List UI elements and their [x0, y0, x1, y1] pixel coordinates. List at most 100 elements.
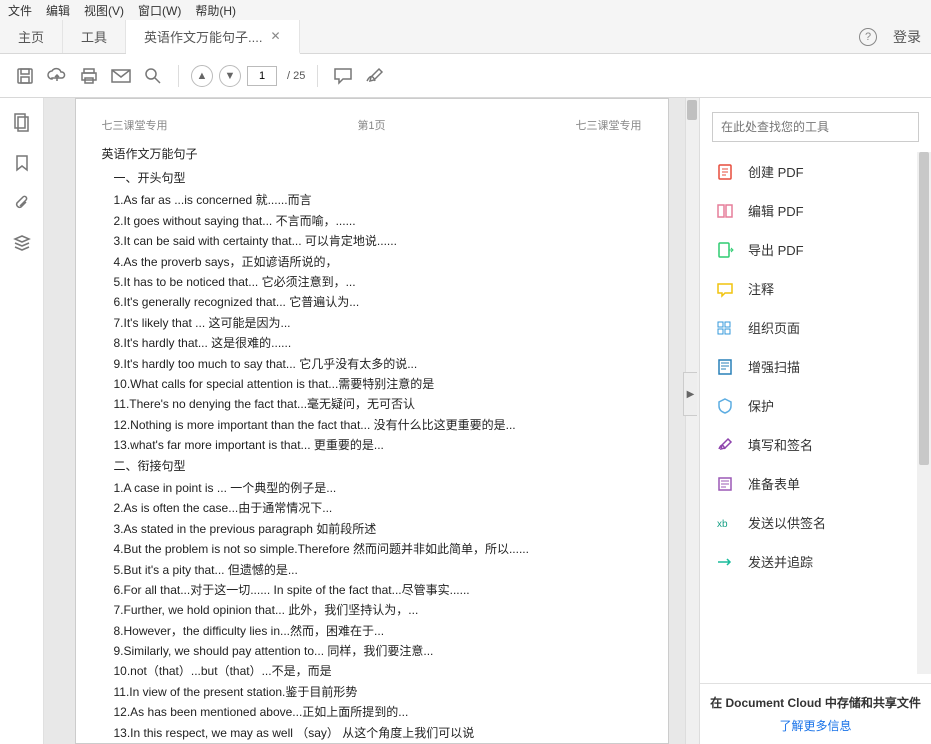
document-viewport[interactable]: 七三课堂专用 第1页 七三课堂专用 英语作文万能句子 一、开头句型 1.As f… — [44, 98, 699, 744]
tool-icon — [716, 319, 734, 337]
doc-line: 12.Nothing is more important than the fa… — [114, 415, 642, 435]
doc-line: 2.As is often the case...由于通常情况下... — [114, 498, 642, 518]
menu-file[interactable]: 文件 — [8, 2, 32, 19]
separator — [178, 65, 179, 87]
bookmark-icon[interactable] — [15, 154, 29, 172]
tool-item[interactable]: 保护 — [700, 386, 931, 425]
cloud-upload-icon[interactable] — [44, 63, 70, 89]
collapse-panel-button[interactable]: ▶ — [683, 372, 697, 416]
doc-line: 13.In this respect, we may as well （say）… — [114, 723, 642, 743]
tool-icon — [716, 553, 734, 571]
menubar: 文件 编辑 视图(V) 窗口(W) 帮助(H) — [0, 0, 931, 20]
doc-line: 3.It can be said with certainty that... … — [114, 231, 642, 251]
tool-item[interactable]: 增强扫描 — [700, 347, 931, 386]
left-sidebar — [0, 98, 44, 744]
page-header-center: 第1页 — [357, 117, 385, 136]
tool-icon — [716, 358, 734, 376]
tab-document[interactable]: 英语作文万能句子.... ✕ — [126, 20, 300, 54]
prev-page-button[interactable]: ▲ — [191, 65, 213, 87]
tool-icon — [716, 241, 734, 259]
doc-line: 10.not（that）...but（that）...不是，而是 — [114, 661, 642, 681]
thumbnails-icon[interactable] — [13, 112, 31, 132]
next-page-button[interactable]: ▼ — [219, 65, 241, 87]
doc-line: 7.Further, we hold opinion that... 此外，我们… — [114, 600, 642, 620]
document-page: 七三课堂专用 第1页 七三课堂专用 英语作文万能句子 一、开头句型 1.As f… — [75, 98, 669, 744]
tab-tools[interactable]: 工具 — [63, 20, 126, 53]
doc-line: 6.It's generally recognized that... 它普遍认… — [114, 292, 642, 312]
tool-icon: xb — [716, 514, 734, 532]
tool-search — [712, 112, 919, 142]
doc-line: 4.As the proverb says，正如谚语所说的， — [114, 252, 642, 272]
scroll-thumb[interactable] — [687, 100, 697, 120]
toolbar: ▲ ▼ / 25 — [0, 54, 931, 98]
doc-line: 8.It's hardly that... 这是很难的...... — [114, 333, 642, 353]
doc-line: 5.It has to be noticed that... 它必须注意到，..… — [114, 272, 642, 292]
menu-help[interactable]: 帮助(H) — [195, 2, 236, 19]
close-icon[interactable]: ✕ — [270, 29, 280, 43]
tool-label: 发送以供签名 — [748, 513, 826, 532]
page-total-label: / 25 — [287, 70, 305, 82]
doc-line: 11.In view of the present station.鉴于目前形势 — [114, 682, 642, 702]
tool-item[interactable]: 注释 — [700, 269, 931, 308]
doc-line: 1.A case in point is ... 一个典型的例子是... — [114, 478, 642, 498]
doc-line: 11.There's no denying the fact that...毫无… — [114, 394, 642, 414]
doc-line: 13.what's far more important is that... … — [114, 435, 642, 455]
save-icon[interactable] — [12, 63, 38, 89]
doc-line: 9.It's hardly too much to say that... 它几… — [114, 354, 642, 374]
doc-line: 7.It's likely that ... 这可能是因为... — [114, 313, 642, 333]
doc-line: 10.What calls for special attention is t… — [114, 374, 642, 394]
mail-icon[interactable] — [108, 63, 134, 89]
footer-text: 在 Document Cloud 中存储和共享文件 — [708, 694, 923, 711]
tool-item[interactable]: 创建 PDF — [700, 152, 931, 191]
tool-icon — [716, 280, 734, 298]
tool-item[interactable]: 编辑 PDF — [700, 191, 931, 230]
print-icon[interactable] — [76, 63, 102, 89]
search-icon[interactable] — [140, 63, 166, 89]
tool-label: 导出 PDF — [748, 240, 804, 259]
doc-line: 5.But it's a pity that... 但遗憾的是... — [114, 560, 642, 580]
doc-line: 12.As has been mentioned above...正如上面所提到… — [114, 702, 642, 722]
page-header-right: 七三课堂专用 — [576, 117, 642, 136]
main-area: 七三课堂专用 第1页 七三课堂专用 英语作文万能句子 一、开头句型 1.As f… — [0, 98, 931, 744]
tool-item[interactable]: 准备表单 — [700, 464, 931, 503]
tool-list: 创建 PDF编辑 PDF导出 PDF注释组织页面增强扫描保护填写和签名准备表单x… — [700, 152, 931, 683]
menu-view[interactable]: 视图(V) — [84, 2, 124, 19]
tool-label: 编辑 PDF — [748, 201, 804, 220]
login-link[interactable]: 登录 — [893, 27, 921, 47]
menu-window[interactable]: 窗口(W) — [138, 2, 181, 19]
doc-line: 2.It goes without saying that... 不言而喻，..… — [114, 211, 642, 231]
menu-edit[interactable]: 编辑 — [46, 2, 70, 19]
learn-more-link[interactable]: 了解更多信息 — [708, 717, 923, 734]
tool-label: 填写和签名 — [748, 435, 813, 454]
svg-text:xb: xb — [717, 519, 728, 530]
tool-item[interactable]: 发送并追踪 — [700, 542, 931, 581]
comment-icon[interactable] — [330, 63, 356, 89]
tool-search-input[interactable] — [712, 112, 919, 142]
help-icon[interactable]: ? — [859, 28, 877, 46]
tool-label: 组织页面 — [748, 318, 800, 337]
doc-line: 6.For all that...对于这一切...... In spite of… — [114, 580, 642, 600]
tool-item[interactable]: 导出 PDF — [700, 230, 931, 269]
tab-home[interactable]: 主页 — [0, 20, 63, 53]
page-header-left: 七三课堂专用 — [102, 117, 168, 136]
tool-label: 增强扫描 — [748, 357, 800, 376]
doc-scrollbar[interactable] — [685, 98, 699, 744]
right-panel: 创建 PDF编辑 PDF导出 PDF注释组织页面增强扫描保护填写和签名准备表单x… — [699, 98, 931, 744]
doc-line: 3.As stated in the previous paragraph 如前… — [114, 519, 642, 539]
layers-icon[interactable] — [13, 234, 31, 252]
section-heading: 二、衔接句型 — [114, 456, 642, 476]
doc-line: 1.As far as ...is concerned 就......而言 — [114, 190, 642, 210]
tool-icon — [716, 475, 734, 493]
sign-icon[interactable] — [362, 63, 388, 89]
attachment-icon[interactable] — [14, 194, 30, 212]
doc-line: 9.Similarly, we should pay attention to.… — [114, 641, 642, 661]
doc-line: 8.However，the difficulty lies in...然而，困难… — [114, 621, 642, 641]
page-number-input[interactable] — [247, 66, 277, 86]
tool-item[interactable]: xb 发送以供签名 — [700, 503, 931, 542]
scroll-thumb[interactable] — [919, 152, 929, 465]
tool-item[interactable]: 填写和签名 — [700, 425, 931, 464]
tabbar: 主页 工具 英语作文万能句子.... ✕ ? 登录 — [0, 20, 931, 54]
panel-scrollbar[interactable] — [917, 152, 931, 674]
tool-item[interactable]: 组织页面 — [700, 308, 931, 347]
tool-icon — [716, 436, 734, 454]
